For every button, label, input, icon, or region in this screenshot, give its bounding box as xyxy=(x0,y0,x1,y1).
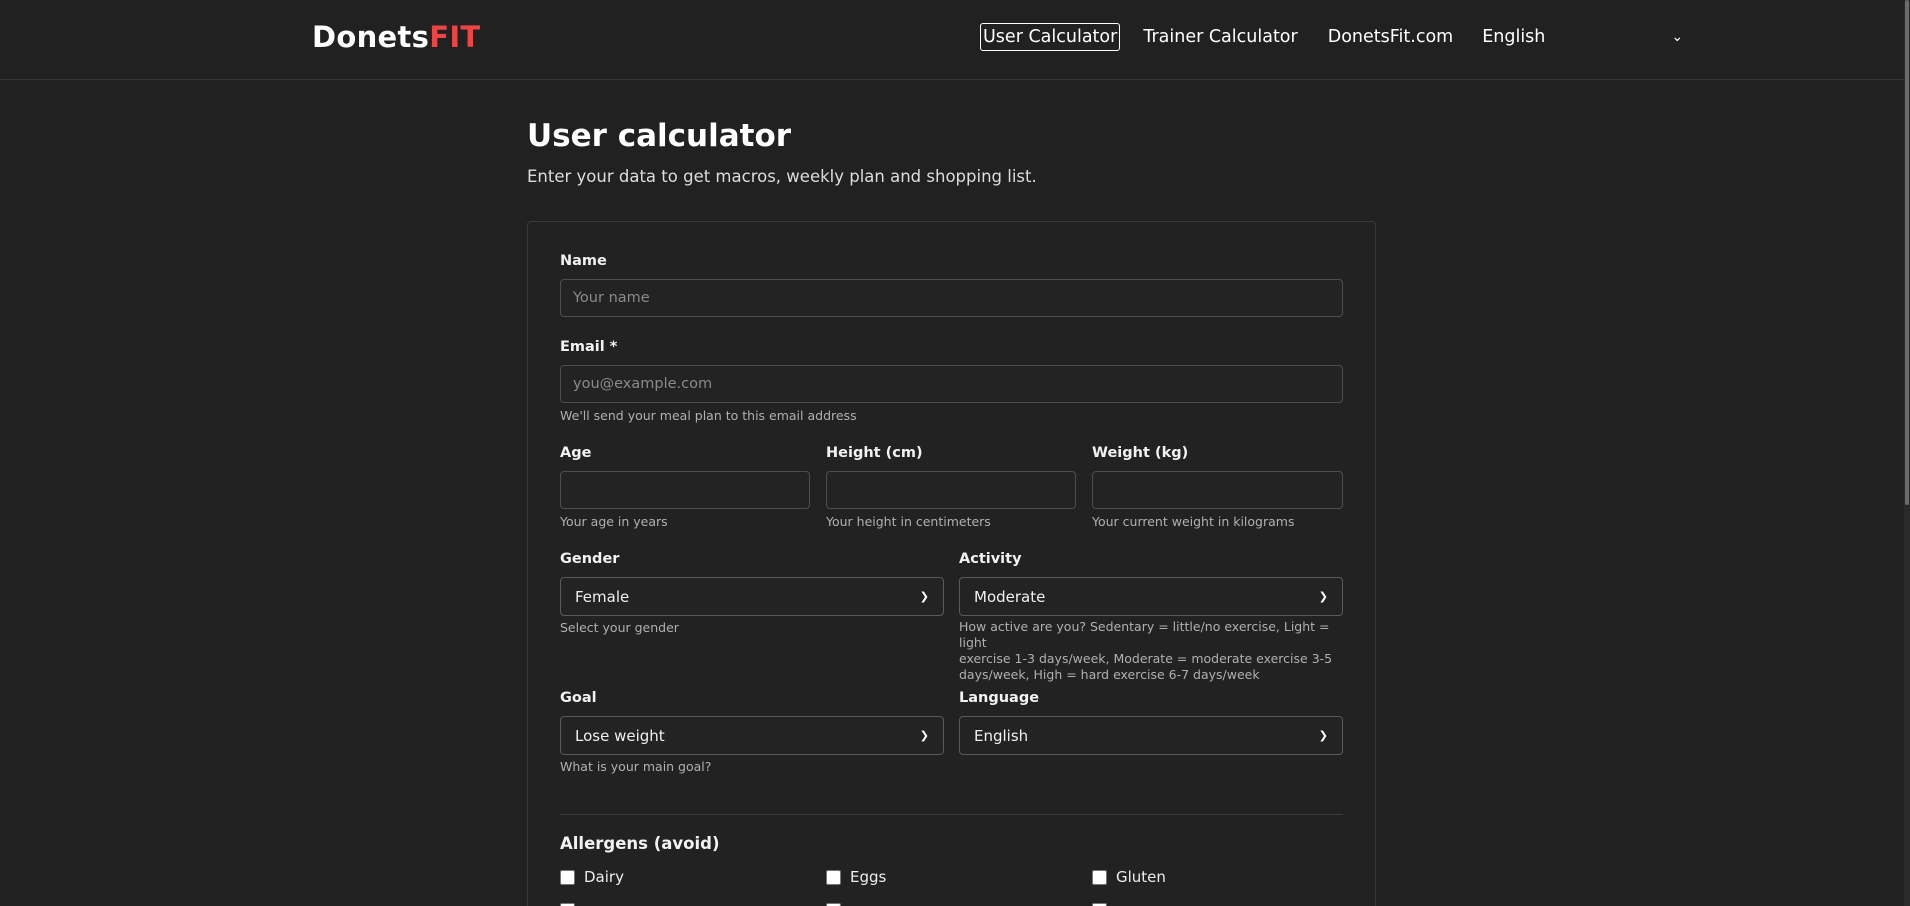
goal-select-value: Lose weight xyxy=(575,726,665,745)
goal-help-text: What is your main goal? xyxy=(560,759,712,774)
activity-select-value: Moderate xyxy=(974,587,1046,606)
activity-help-line: days/week, High = hard exercise 6-7 days… xyxy=(959,667,1260,682)
allergen-label: Gluten xyxy=(1116,868,1166,886)
age-input[interactable] xyxy=(560,471,810,509)
page-scrollbar[interactable] xyxy=(1904,0,1910,906)
language-select[interactable]: English ❯ xyxy=(959,716,1343,755)
nav-trainer-calculator[interactable]: Trainer Calculator xyxy=(1140,23,1300,51)
name-label: Name xyxy=(560,253,607,269)
email-help-text: We'll send your meal plan to this email … xyxy=(560,408,857,423)
main-nav: User Calculator Trainer Calculator Donet… xyxy=(980,23,1683,51)
email-label: Email * xyxy=(560,339,618,355)
language-switcher[interactable]: English ⌄ xyxy=(1482,27,1683,47)
activity-help-line: How active are you? Sedentary = little/n… xyxy=(959,619,1330,650)
age-help-text: Your age in years xyxy=(560,514,668,529)
brand-name: Donets xyxy=(312,20,430,54)
allergens-title: Allergens (avoid) xyxy=(560,834,720,853)
chevron-down-icon: ❯ xyxy=(1318,729,1328,742)
goal-select[interactable]: Lose weight ❯ xyxy=(560,716,944,755)
name-input[interactable] xyxy=(560,279,1343,317)
activity-help-line: exercise 1-3 days/week, Moderate = moder… xyxy=(959,651,1333,666)
gender-label: Gender xyxy=(560,551,620,567)
allergen-eggs-checkbox[interactable]: Eggs xyxy=(826,868,886,886)
allergen-gluten-checkbox[interactable]: Gluten xyxy=(1092,868,1166,886)
brand-accent: FIT xyxy=(429,20,481,54)
chevron-down-icon: ❯ xyxy=(919,590,929,603)
chevron-down-icon: ❯ xyxy=(1318,590,1328,603)
age-label: Age xyxy=(560,445,592,461)
language-label: Language xyxy=(959,690,1040,706)
page-subtitle: Enter your data to get macros, weekly pl… xyxy=(527,167,1037,186)
brand-logo[interactable]: DonetsFIT xyxy=(312,20,481,54)
language-switcher-value: English xyxy=(1482,27,1546,47)
viewport: DonetsFIT User Calculator Trainer Calcul… xyxy=(0,0,1910,906)
weight-label: Weight (kg) xyxy=(1092,445,1189,461)
chevron-down-icon: ❯ xyxy=(919,729,929,742)
language-select-value: English xyxy=(974,726,1029,745)
chevron-down-icon: ⌄ xyxy=(1671,29,1684,45)
gender-select-value: Female xyxy=(575,587,630,606)
scrollbar-thumb[interactable] xyxy=(1905,0,1909,505)
height-label: Height (cm) xyxy=(826,445,923,461)
page-title: User calculator xyxy=(527,118,792,154)
activity-label: Activity xyxy=(959,551,1022,567)
allergen-dairy-checkbox[interactable]: Dairy xyxy=(560,868,624,886)
section-divider xyxy=(560,814,1343,815)
gender-select[interactable]: Female ❯ xyxy=(560,577,944,616)
email-input[interactable] xyxy=(560,365,1343,403)
top-navbar: DonetsFIT User Calculator Trainer Calcul… xyxy=(0,0,1904,80)
checkbox-icon[interactable] xyxy=(560,869,575,885)
activity-select[interactable]: Moderate ❯ xyxy=(959,577,1343,616)
activity-help-text: How active are you? Sedentary = little/n… xyxy=(959,619,1343,683)
weight-help-text: Your current weight in kilograms xyxy=(1092,514,1295,529)
weight-input[interactable] xyxy=(1092,471,1343,509)
height-help-text: Your height in centimeters xyxy=(826,514,991,529)
goal-label: Goal xyxy=(560,690,597,706)
nav-donetsfit-site[interactable]: DonetsFit.com xyxy=(1325,23,1456,51)
checkbox-icon[interactable] xyxy=(1092,869,1107,885)
height-input[interactable] xyxy=(826,471,1076,509)
allergen-label: Dairy xyxy=(584,868,624,886)
checkbox-icon[interactable] xyxy=(826,869,841,885)
allergen-label: Eggs xyxy=(850,868,887,886)
gender-help-text: Select your gender xyxy=(560,620,679,635)
nav-user-calculator[interactable]: User Calculator xyxy=(980,23,1121,51)
calculator-form-card: Name Email * We'll send your meal plan t… xyxy=(527,221,1376,906)
